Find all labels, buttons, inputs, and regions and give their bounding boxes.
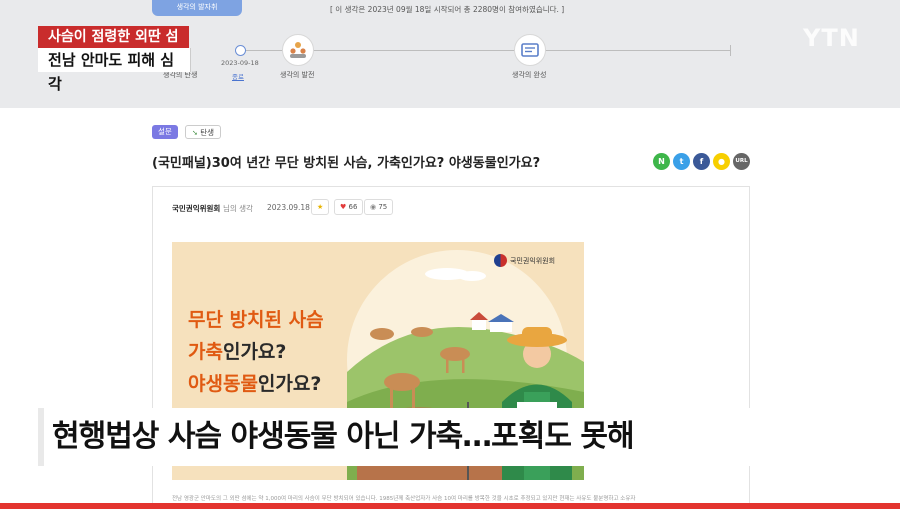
document-box-icon bbox=[514, 34, 546, 66]
people-group-icon bbox=[282, 34, 314, 66]
participation-notice: [ 이 생각은 2023년 09월 18일 시작되어 총 2280명이 참여하였… bbox=[330, 5, 565, 14]
like-button[interactable]: ♥ 66 bbox=[334, 199, 364, 215]
news-headline-bottom: 전남 안마도 피해 심각 bbox=[38, 48, 191, 93]
banner-headline: 무단 방치된 사슴 가축인가요? 야생동물인가요? bbox=[188, 304, 324, 400]
banner-line-1: 무단 방치된 사슴 bbox=[188, 309, 324, 331]
kakao-share-icon[interactable]: ● bbox=[713, 153, 730, 170]
tab-thought-footprint[interactable]: 생각의 발자취 bbox=[152, 0, 242, 16]
article-title: (국민패널)30여 년간 무단 방치된 사슴, 가축인가요? 야생동물인가요? bbox=[152, 156, 541, 171]
acrc-seal-icon bbox=[494, 254, 507, 267]
sprout-icon: ➘ bbox=[192, 129, 198, 137]
author-line: 국민권익위원회 님의 생각 bbox=[172, 203, 253, 214]
heart-icon: ♥ bbox=[340, 203, 347, 211]
comment-icon: ◉ bbox=[370, 203, 377, 211]
video-progress-fill bbox=[0, 503, 900, 509]
video-progress-bar[interactable] bbox=[0, 503, 900, 509]
comment-button[interactable]: ◉ 75 bbox=[364, 199, 394, 215]
star-icon: ★ bbox=[317, 203, 324, 211]
author-name[interactable]: 국민권익위원회 bbox=[172, 204, 220, 213]
article-date: 2023.09.18 bbox=[267, 203, 310, 212]
news-caption: 현행법상 사슴 야생동물 아닌 가축…포획도 못해 bbox=[38, 408, 780, 466]
news-headline-top: 사슴이 점령한 외딴 섬 bbox=[38, 26, 189, 48]
author-suffix: 님의 생각 bbox=[222, 204, 253, 213]
category-badge: 설문 bbox=[152, 125, 178, 139]
banner-org-name: 국민권익위원회 bbox=[510, 257, 556, 265]
timeline-done-link[interactable]: 종료 bbox=[232, 71, 244, 81]
url-copy-icon[interactable]: URL bbox=[733, 153, 750, 170]
article-body-preview: 전남 영광군 안마도의 그 외딴 섬에는 약 1,000여 마리의 사슴이 무단… bbox=[172, 496, 636, 502]
timeline-current-dot bbox=[235, 45, 246, 56]
bookmark-button[interactable]: ★ bbox=[311, 199, 330, 215]
twitter-share-icon[interactable]: t bbox=[673, 153, 690, 170]
timeline-date: 2023-09-18 bbox=[221, 59, 259, 67]
like-count: 66 bbox=[348, 203, 358, 211]
stage-develop-label: 생각의 발전 bbox=[280, 71, 315, 79]
naver-share-icon[interactable]: N bbox=[653, 153, 670, 170]
caption-edge bbox=[38, 408, 44, 466]
banner-line-3: 야생동물인가요? bbox=[188, 373, 322, 395]
ytn-logo: YTN bbox=[803, 24, 860, 52]
comment-count: 75 bbox=[378, 203, 388, 211]
facebook-share-icon[interactable]: f bbox=[693, 153, 710, 170]
stage-complete-label: 생각의 완성 bbox=[512, 71, 547, 79]
status-tag-label: 탄생 bbox=[200, 128, 215, 137]
banner-line-2: 가축인가요? bbox=[188, 341, 287, 363]
timeline-end-marker bbox=[730, 45, 731, 56]
status-tag: ➘ 탄생 bbox=[185, 125, 222, 139]
